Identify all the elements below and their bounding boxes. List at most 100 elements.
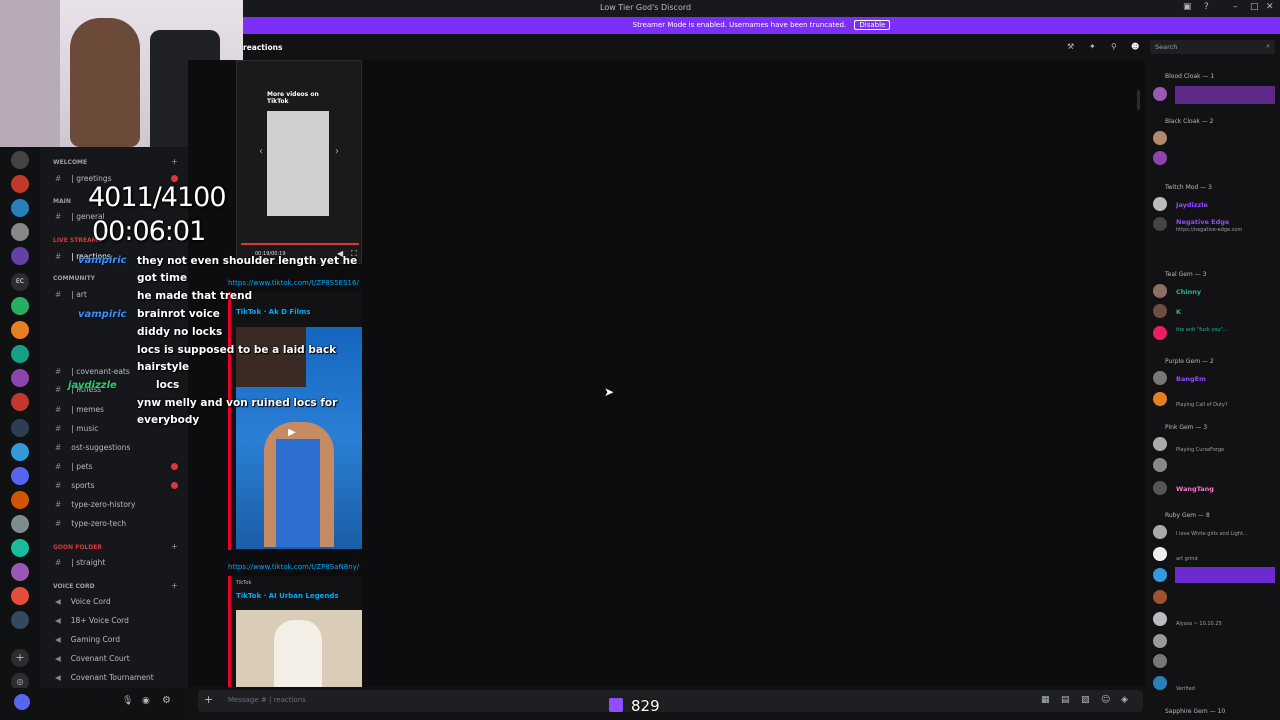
notification-icon[interactable]: ✦ (1089, 42, 1096, 51)
avatar[interactable] (1153, 547, 1167, 561)
server-icon[interactable] (11, 199, 29, 217)
server-icon[interactable] (11, 393, 29, 411)
pin-icon[interactable]: ⚲ (1111, 42, 1117, 51)
category-goon[interactable]: GOON FOLDER (53, 544, 102, 551)
embed-title[interactable]: TikTok · Ak D Films (236, 308, 310, 316)
member-name[interactable]: BangEm (1176, 375, 1206, 383)
video-embed[interactable]: More videos on TikTok ‹ › 00:19/00:19 ◀ … (236, 60, 362, 264)
message-composer[interactable]: + Message # | reactions ▦ ▤ ▧ ☺ ◈ (198, 690, 1143, 712)
video-thumbnail[interactable]: ▶ (236, 327, 362, 549)
add-channel-icon[interactable]: + (171, 157, 178, 166)
server-icon[interactable] (11, 297, 29, 315)
server-icon[interactable] (11, 321, 29, 339)
avatar[interactable] (1153, 326, 1167, 340)
prev-arrow-icon[interactable]: ‹ (259, 146, 263, 157)
avatar[interactable] (1153, 634, 1167, 648)
server-icon[interactable] (11, 151, 29, 169)
channel-pets[interactable]: # | pets (55, 462, 92, 471)
add-channel-icon[interactable]: + (171, 542, 178, 551)
channel-art[interactable]: # | art (55, 290, 87, 299)
disable-streamer-mode-button[interactable]: Disable (854, 20, 891, 30)
member-name[interactable]: K (1176, 308, 1181, 316)
headphones-icon[interactable]: ◉ (142, 696, 150, 706)
avatar[interactable] (1153, 304, 1167, 318)
gif-icon[interactable]: ▤ (1061, 695, 1070, 705)
message-link[interactable]: https://www.tiktok.com/t/ZP8SaN8ny/ (228, 563, 359, 571)
avatar[interactable] (1153, 197, 1167, 211)
server-icon[interactable] (11, 563, 29, 581)
member-name[interactable]: Chinny (1176, 288, 1201, 296)
avatar[interactable] (1153, 131, 1167, 145)
server-icon[interactable] (11, 515, 29, 533)
channel-type-zero-history[interactable]: # type-zero-history (55, 500, 135, 509)
category-main[interactable]: MAIN (53, 198, 71, 205)
voice-channel[interactable]: ◀ Voice Cord (55, 597, 111, 606)
threads-icon[interactable]: ⚒ (1067, 42, 1074, 51)
server-icon[interactable]: EC (11, 273, 29, 291)
server-icon[interactable] (11, 247, 29, 265)
server-icon[interactable] (11, 539, 29, 557)
settings-gear-icon[interactable]: ⚙ (162, 695, 171, 706)
voice-channel[interactable]: ◀ Covenant Court (55, 654, 130, 663)
help-icon[interactable]: ? (1204, 2, 1209, 12)
avatar[interactable] (1153, 87, 1167, 101)
member-row[interactable] (1175, 567, 1275, 583)
emoji-icon[interactable]: ☺ (1101, 695, 1110, 705)
video-thumbnail[interactable] (236, 610, 362, 687)
avatar[interactable] (1153, 590, 1167, 604)
avatar[interactable] (1153, 654, 1167, 668)
avatar[interactable] (1153, 217, 1167, 231)
category-voice[interactable]: VOICE CORD (53, 583, 95, 590)
message-link[interactable]: https://www.tiktok.com/t/ZP8S5ES16/ (228, 279, 359, 287)
category-community[interactable]: COMMUNITY (53, 275, 95, 282)
gift-icon[interactable]: ▦ (1041, 695, 1050, 705)
member-name[interactable]: Jaydizzle (1176, 201, 1208, 209)
server-icon[interactable] (11, 369, 29, 387)
inbox-icon[interactable]: ▣ (1183, 2, 1192, 12)
channel-covenant-eats[interactable]: # | covenant-eats (55, 367, 130, 376)
next-arrow-icon[interactable]: › (335, 146, 339, 157)
embed-title[interactable]: TikTok · AI Urban Legends (236, 592, 339, 600)
avatar[interactable] (1153, 392, 1167, 406)
category-welcome[interactable]: WELCOME (53, 159, 87, 166)
voice-channel[interactable]: ◀ Gaming Cord (55, 635, 120, 644)
channel-memes[interactable]: # | memes (55, 405, 104, 414)
member-name[interactable]: WangTang (1176, 485, 1214, 493)
avatar[interactable] (1153, 458, 1167, 472)
avatar[interactable] (1153, 151, 1167, 165)
minimize-icon[interactable]: – (1233, 2, 1238, 12)
avatar[interactable] (1153, 568, 1167, 582)
member-name[interactable]: Negative Edge (1176, 218, 1229, 226)
avatar[interactable] (1153, 371, 1167, 385)
microphone-icon[interactable]: 🎙 (122, 696, 133, 706)
server-icon[interactable] (11, 467, 29, 485)
channel-type-zero-tech[interactable]: # type-zero-tech (55, 519, 126, 528)
progress-bar[interactable] (241, 243, 359, 245)
scrollbar[interactable] (1137, 90, 1140, 110)
voice-channel[interactable]: ◀ 18+ Voice Cord (55, 616, 129, 625)
avatar[interactable] (14, 694, 30, 710)
play-icon[interactable]: ▶ (288, 427, 296, 438)
avatar[interactable] (1153, 676, 1167, 690)
search-input[interactable]: Search ⌕ (1150, 40, 1275, 54)
member-row[interactable] (1175, 86, 1275, 104)
server-icon[interactable] (11, 223, 29, 241)
server-icon[interactable] (11, 611, 29, 629)
avatar[interactable] (1153, 481, 1167, 495)
channel-sports[interactable]: # sports (55, 481, 95, 490)
apps-icon[interactable]: ◈ (1121, 695, 1128, 705)
close-icon[interactable]: ✕ (1266, 2, 1274, 12)
avatar[interactable] (1153, 437, 1167, 451)
add-server-icon[interactable]: + (11, 649, 29, 667)
sticker-icon[interactable]: ▧ (1081, 695, 1090, 705)
avatar[interactable] (1153, 525, 1167, 539)
add-attachment-icon[interactable]: + (204, 693, 213, 706)
avatar[interactable] (1153, 612, 1167, 626)
server-icon[interactable] (11, 443, 29, 461)
maximize-icon[interactable]: □ (1250, 2, 1259, 12)
server-icon[interactable] (11, 345, 29, 363)
server-icon[interactable] (11, 491, 29, 509)
voice-channel[interactable]: ◀ Covenant Tournament (55, 673, 154, 682)
server-icon[interactable] (11, 175, 29, 193)
server-icon[interactable] (11, 587, 29, 605)
